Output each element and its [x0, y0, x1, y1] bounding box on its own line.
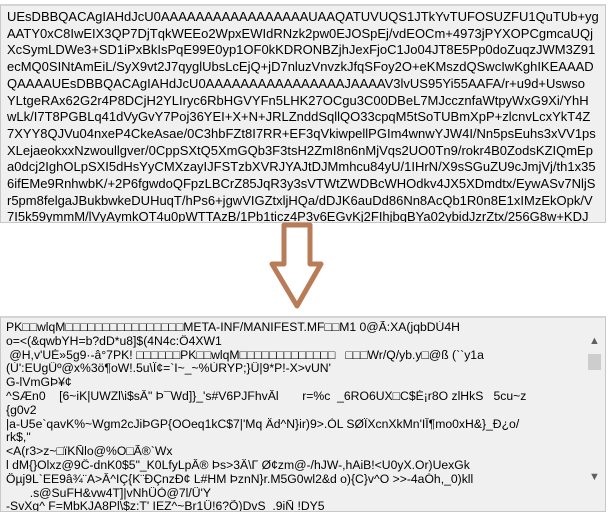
decoded-text-line: l dM{}Olxz@9Ĉ-dnK0$5"_K0LfyLpÂ® Þs>3Ä\Γ … [6, 458, 470, 472]
down-arrow-icon [269, 222, 324, 309]
encoded-text-line: UEsDBBQACAgIAHdJcU0AAAAAAAAAAAAAAAAAUAAQ… [7, 9, 599, 24]
encoded-text-line: r5pm8felgaJBukbwkeDUHuqT/hPs6+jgwVIGZtxl… [7, 192, 593, 208]
decoded-text-line: .s@SuFH&vw4T]|vNhÜÒ@7l/Ü'Y [6, 486, 211, 500]
encoded-text-line: 6ifEMe9RnhwbK/+2P6fgwdoQFpzLBCrZ85JqR3y3… [7, 176, 596, 192]
encoded-text-line: QAAAAUEsDBBQACAgIAHdJcU0AAAAAAAAAAAAAAAA… [7, 75, 586, 91]
encoded-text-line: XcSymLDWe3+SD1iPxBkIsPqE99E0yp1OF0kKDRON… [7, 42, 596, 58]
chevron-up-icon[interactable]: ▲ [586, 332, 603, 349]
encoded-text-box[interactable]: UEsDBBQACAgIAHdJcU0AAAAAAAAAAAAAAAAAUAAQ… [0, 4, 606, 223]
encoded-text-line: XLejaeokxxNzwoullgver/0CppSXtQ5XmGQb3F3t… [7, 142, 593, 158]
vertical-scrollbar[interactable]: ▲ ▼ [586, 324, 603, 507]
encoded-text-line: AATY0xC8IwEIX3QP7DjTqkWEEo2WpxEWIdRNzk2p… [7, 25, 594, 41]
decoded-text-line: Öµj9L`EE9â¾¨A>Â^IÇ{K¨ÐÇnzÐ¢ L#HM ÞznN}r.… [6, 472, 474, 486]
encoded-text-line: 7I5k59ymmM/lVyAymkOT4u0pWTTAzB/1Pb1ticz4… [7, 209, 589, 223]
decoded-text-box[interactable]: PK□□wlqM□□□□□□□□□□□□□□□□META-INF/MANIFES… [0, 316, 606, 512]
encoded-text-line: YLtgeRAx62G2r4P8DCjH2YLIryc6RbHGVYFn5LHK… [7, 92, 589, 108]
scrollbar-thumb[interactable] [588, 354, 601, 370]
chevron-down-icon[interactable]: ▼ [586, 468, 603, 485]
decoded-text-line: ^SÆn0 [6~iK|UWZl\i$sÂ" Þ¯Wd]}_'s#V6PJFhv… [6, 389, 527, 403]
encoded-text-line: a0dcj2IghOLpSXI5dHsYyCMXzayIJFSTzbXVRJYA… [7, 159, 596, 175]
decoded-text-line: (Ù':EUgÛº@x%3ö¶oW!.5u\Ï¢=`I~_~%ÙRYP;}Ü|9… [6, 362, 331, 376]
encoded-text-line: 7XYY8QJVu04nxeP4CkeAsae/0C3hbFZt8I7RR+EF… [7, 125, 596, 141]
encoded-text-line: ecMQ0SINtAmEiL/SyX9vt2J7qyglUbsLcEjQ+jD7… [7, 59, 594, 75]
decoded-text-line: PK□□wlqM□□□□□□□□□□□□□□□□META-INF/MANIFES… [6, 321, 460, 334]
decoded-text-line: {g0v2 [6, 403, 37, 417]
decoded-text-line: @H,v'UÈ»5g9·-â°7PK! □□□□□□PK□□wlqM□□□□□□… [6, 348, 484, 362]
decoded-text-line: G-lVmGÞ¥¢ [6, 376, 72, 390]
encoded-text-line: wLk/I7T8PGBLq41dVyGvY7Poj36YEI+X+N+JRLZn… [7, 109, 591, 125]
decoded-text-line: -SvXg^ F=MbKJA8Pl\$z:T' IEZ^~Br1Ü!6?Õ)Dv… [6, 500, 325, 512]
decoded-text-line: rk$," [6, 431, 31, 445]
decoded-text-line: <A(r3>z~□ïKÑlo@%O□Ã®`Wx [6, 445, 173, 459]
decoded-text-line: |a-U5e`qavK%~Wgm2cJiÞGP{OOeq1kC$7|'Mq Äd… [6, 417, 520, 431]
decoded-text-line: o=<(&qwbYH=b?dD*u8]$(4N4c:Ô4XW1 [6, 334, 222, 348]
